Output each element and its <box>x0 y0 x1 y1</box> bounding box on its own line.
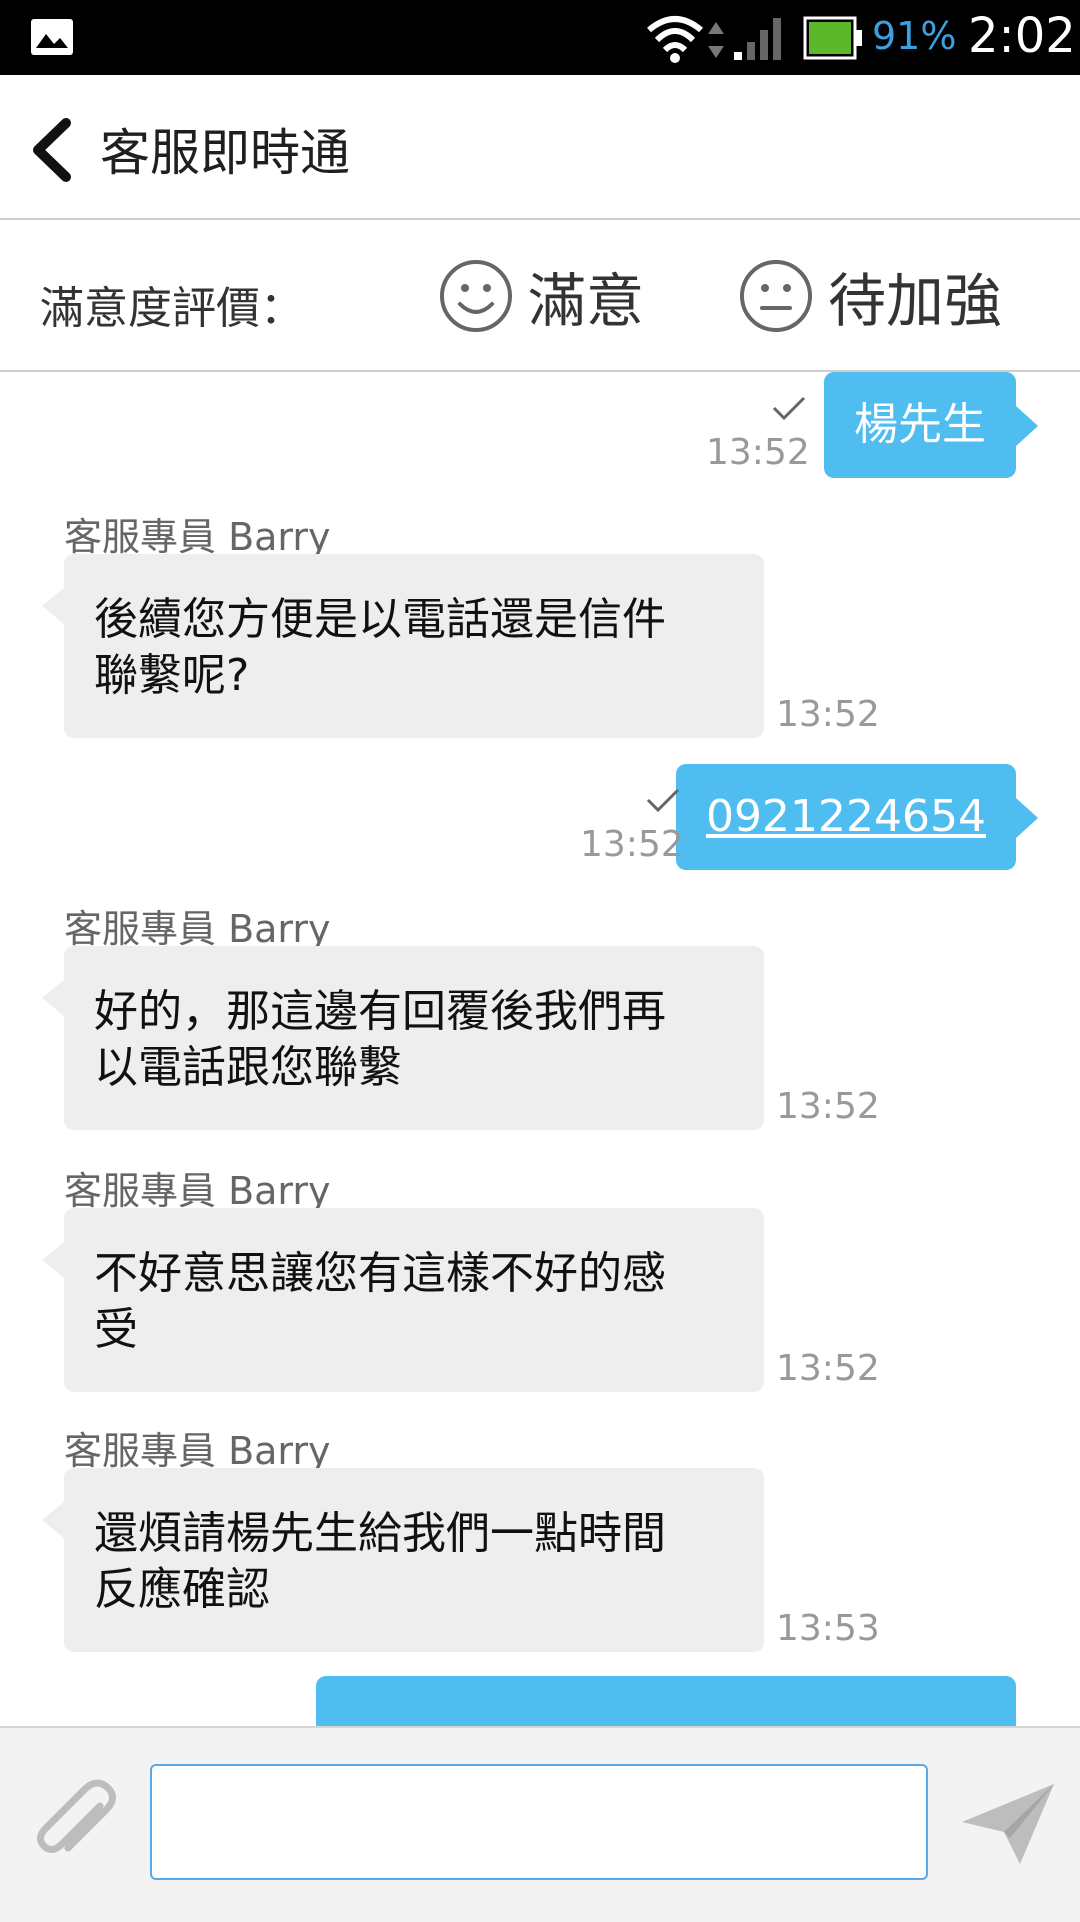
sender-name: 客服專員 Barry <box>64 907 331 951</box>
gallery-icon <box>31 19 73 55</box>
neutral-face-icon <box>740 260 812 332</box>
message-composer <box>0 1726 1080 1922</box>
message-timestamp: 13:52 <box>776 1086 880 1127</box>
sender-name: 客服專員 Barry <box>64 1169 331 1213</box>
message-text-line: 受 <box>94 1304 138 1355</box>
message-text-line: 反應確認 <box>94 1564 270 1615</box>
rate-satisfied-label: 滿意 <box>528 267 645 335</box>
satisfaction-rating-bar: 滿意度評價： 滿意 待加強 <box>0 220 1080 372</box>
send-icon[interactable] <box>960 1782 1056 1866</box>
message-text-line: 以電話跟您聯繫 <box>94 1042 402 1093</box>
chevron-left-icon[interactable] <box>22 115 82 185</box>
message-text-line: 後續您方便是以電話還是信件 <box>94 594 666 645</box>
outgoing-message-bubble-partial[interactable] <box>316 1676 1016 1726</box>
sender-name: 客服專員 Barry <box>64 1429 331 1473</box>
data-arrows-icon <box>708 22 724 58</box>
outgoing-message-bubble[interactable]: 0921224654 <box>676 764 1038 870</box>
message-timestamp: 13:52 <box>580 824 684 865</box>
message-text-line: 好的，那這邊有回覆後我們再 <box>94 986 666 1037</box>
message-input[interactable] <box>150 1764 928 1880</box>
battery-icon <box>803 16 862 60</box>
message-timestamp: 13:52 <box>706 432 810 473</box>
message-timestamp: 13:52 <box>776 694 880 735</box>
signal-icon <box>734 18 781 60</box>
rating-label: 滿意度評價： <box>40 283 304 334</box>
status-bar: 91% 2:02 <box>0 0 1080 75</box>
wifi-icon <box>647 16 703 63</box>
read-check-icon <box>772 396 806 420</box>
message-timestamp: 13:53 <box>776 1608 880 1649</box>
message-text: 楊先生 <box>854 399 986 450</box>
clock: 2:02 <box>968 8 1076 64</box>
chat-message-list[interactable]: 楊先生 13:52 客服專員 Barry 後續您方便是以電話還是信件 聯繫呢? … <box>0 372 1080 1726</box>
incoming-message-bubble[interactable]: 後續您方便是以電話還是信件 聯繫呢? <box>42 554 764 738</box>
battery-percent: 91% <box>872 14 957 58</box>
message-text-line: 聯繫呢? <box>94 650 250 701</box>
incoming-message-bubble[interactable]: 好的，那這邊有回覆後我們再 以電話跟您聯繫 <box>42 946 764 1130</box>
rate-needs-improvement-label: 待加強 <box>828 267 1003 335</box>
app-header: 客服即時通 <box>0 75 1080 220</box>
message-text-line: 不好意思讓您有這樣不好的感 <box>94 1248 666 1299</box>
page-title: 客服即時通 <box>100 124 350 182</box>
read-check-icon <box>646 788 680 812</box>
rate-needs-improvement-button[interactable]: 待加強 <box>738 256 1002 336</box>
incoming-message-bubble[interactable]: 還煩請楊先生給我們一點時間 反應確認 <box>42 1468 764 1652</box>
outgoing-message-bubble[interactable]: 楊先生 <box>824 372 1038 478</box>
paperclip-icon[interactable] <box>22 1776 126 1880</box>
phone-number-link[interactable]: 0921224654 <box>706 791 986 842</box>
smile-icon <box>440 260 512 332</box>
message-timestamp: 13:52 <box>776 1348 880 1389</box>
sender-name: 客服專員 Barry <box>64 515 331 559</box>
message-text-line: 還煩請楊先生給我們一點時間 <box>94 1508 666 1559</box>
rate-satisfied-button[interactable]: 滿意 <box>438 256 644 336</box>
incoming-message-bubble[interactable]: 不好意思讓您有這樣不好的感 受 <box>42 1208 764 1392</box>
